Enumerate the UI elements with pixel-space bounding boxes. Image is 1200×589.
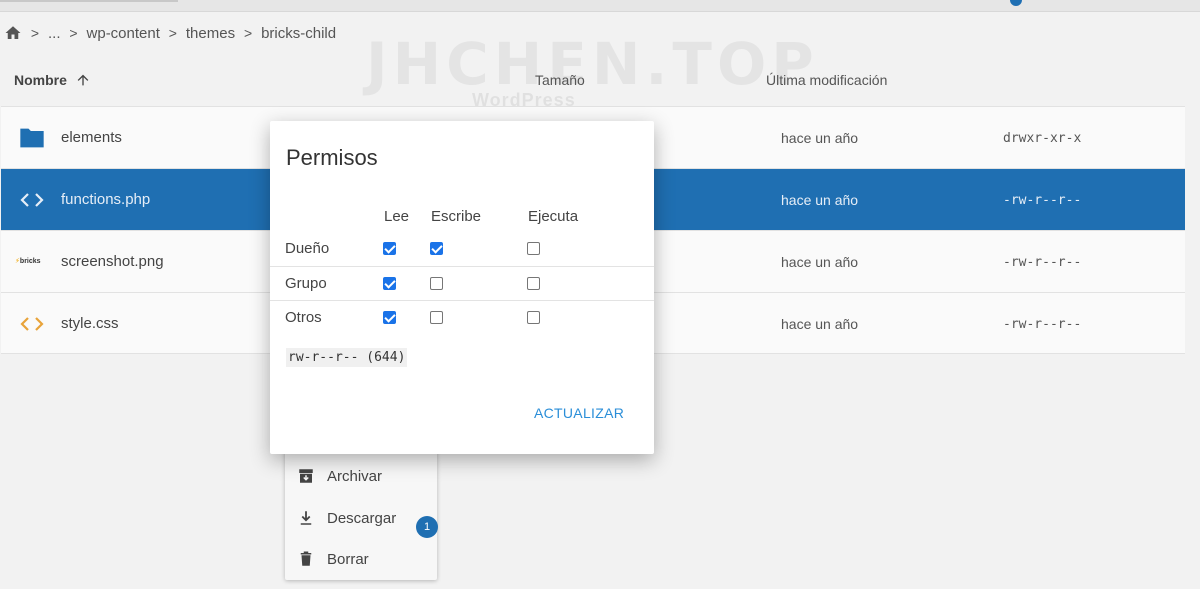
chevron-right-icon: > (69, 25, 78, 41)
column-header-name-label: Nombre (14, 72, 67, 88)
file-name: functions.php (61, 191, 151, 208)
file-modified: hace un año (781, 316, 859, 332)
file-modified: hace un año (781, 254, 859, 270)
context-menu-archive[interactable]: Archivar (297, 465, 382, 487)
file-name: elements (61, 129, 122, 146)
breadcrumb-item-ellipsis[interactable]: ... (48, 25, 61, 42)
watermark: JHCHEN.TOP (366, 30, 819, 98)
permissions-dialog: Permisos Lee Escribe Ejecuta Dueño Grupo… (270, 121, 654, 454)
breadcrumb-item-themes[interactable]: themes (186, 25, 235, 42)
home-icon[interactable] (4, 24, 22, 42)
chevron-right-icon: > (168, 25, 177, 41)
group-execute-checkbox[interactable] (527, 277, 540, 290)
code-icon (20, 317, 44, 331)
update-button[interactable]: ACTUALIZAR (534, 405, 624, 421)
context-menu: Archivar Descargar Borrar (285, 450, 437, 580)
header-execute: Ejecuta (528, 208, 579, 225)
perm-row-label: Otros (285, 309, 322, 326)
bricks-logo: ⚡bricks (15, 258, 41, 265)
perm-row-others: Otros (270, 300, 654, 334)
chevron-right-icon: > (30, 25, 40, 41)
context-menu-download-label: Descargar (327, 509, 397, 527)
selection-count-badge: 1 (416, 516, 438, 538)
others-write-checkbox[interactable] (430, 311, 443, 324)
file-modified: hace un año (781, 192, 859, 208)
folder-icon (20, 128, 44, 148)
perm-row-owner: Dueño (270, 232, 654, 266)
perm-row-label: Grupo (285, 275, 327, 292)
others-read-checkbox[interactable] (383, 311, 396, 324)
group-read-checkbox[interactable] (383, 277, 396, 290)
context-menu-delete[interactable]: Borrar (297, 548, 369, 570)
context-menu-delete-label: Borrar (327, 550, 369, 568)
perm-row-label: Dueño (285, 240, 330, 257)
file-name: screenshot.png (61, 253, 164, 270)
owner-write-checkbox[interactable] (430, 242, 443, 255)
arrow-up-icon (77, 74, 89, 86)
breadcrumb-item-bricks-child[interactable]: bricks-child (261, 25, 336, 42)
header-write: Escribe (431, 208, 482, 225)
context-menu-download[interactable]: Descargar (297, 507, 396, 529)
header-read: Lee (384, 208, 410, 225)
permission-code: rw-r--r-- (644) (286, 348, 408, 367)
owner-read-checkbox[interactable] (383, 242, 396, 255)
file-modified: hace un año (781, 130, 859, 146)
file-permissions: drwxr-xr-x (1003, 131, 1082, 146)
dialog-title: Permisos (286, 145, 378, 170)
download-icon (300, 511, 312, 525)
top-bar (0, 0, 1200, 12)
chevron-right-icon: > (244, 25, 253, 41)
file-permissions: -rw-r--r-- (1003, 255, 1082, 270)
code-icon (20, 193, 44, 207)
trash-icon (300, 551, 312, 566)
group-write-checkbox[interactable] (430, 277, 443, 290)
column-header-size[interactable]: Tamaño (535, 72, 585, 88)
perm-row-group: Grupo (270, 266, 654, 300)
owner-execute-checkbox[interactable] (527, 242, 540, 255)
archive-icon (299, 469, 313, 483)
file-name: style.css (61, 315, 119, 332)
column-header-name[interactable]: Nombre (14, 72, 91, 88)
breadcrumb: > ... > wp-content > themes > bricks-chi… (4, 22, 336, 44)
column-header-modified[interactable]: Última modificación (766, 72, 887, 88)
file-permissions: -rw-r--r-- (1003, 317, 1082, 332)
others-execute-checkbox[interactable] (527, 311, 540, 324)
breadcrumb-item-wp-content[interactable]: wp-content (87, 25, 160, 42)
top-bar-indicator[interactable] (1010, 0, 1022, 6)
top-bar-left (0, 0, 178, 2)
file-permissions: -rw-r--r-- (1003, 193, 1082, 208)
context-menu-archive-label: Archivar (327, 467, 383, 485)
